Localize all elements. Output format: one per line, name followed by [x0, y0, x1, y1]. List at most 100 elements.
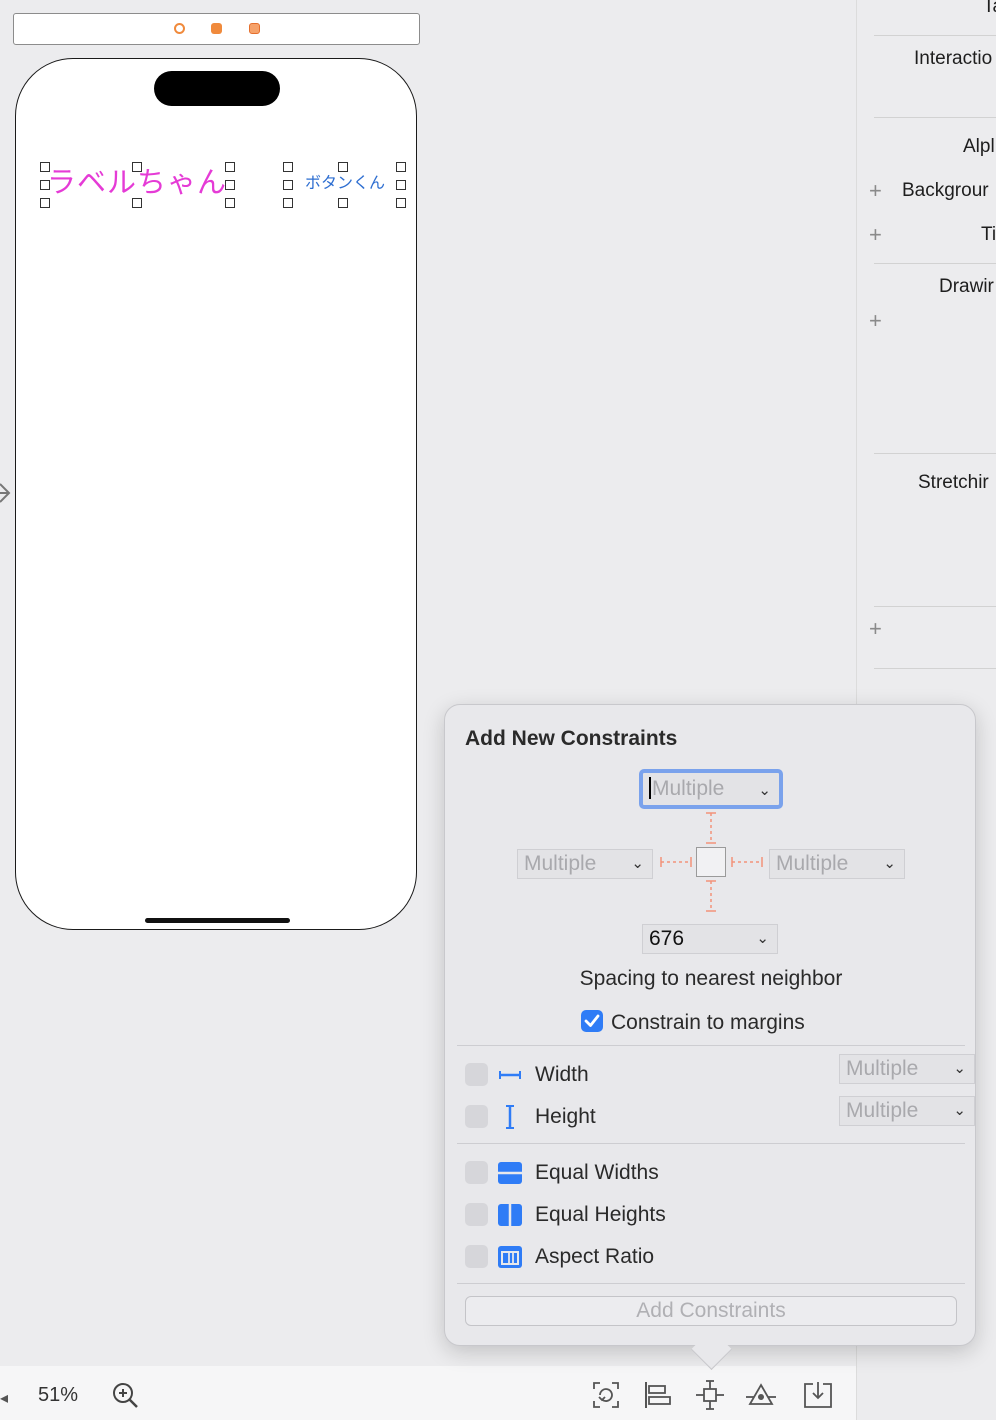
button-handle-tc[interactable]: [338, 162, 348, 172]
label-handle-mr[interactable]: [225, 180, 235, 190]
aspect-ratio-checkbox[interactable]: [465, 1245, 488, 1268]
equal-heights-label: Equal Heights: [535, 1203, 666, 1226]
trailing-spacing-value: Multiple: [776, 852, 849, 875]
add-new-constraints-popover: Add New Constraints Multiple ⌄ Multiple …: [444, 704, 976, 1371]
home-indicator: [145, 918, 290, 923]
resolve-issues-icon[interactable]: [746, 1380, 776, 1410]
width-label: Width: [535, 1063, 589, 1086]
label-handle-tl[interactable]: [40, 162, 50, 172]
button-element[interactable]: ボタンくん: [290, 168, 400, 200]
leading-spacing-field[interactable]: Multiple ⌄: [517, 849, 653, 879]
spacing-caption: Spacing to nearest neighbor: [579, 967, 843, 990]
plus-icon[interactable]: +: [869, 310, 882, 332]
height-value-field[interactable]: Multiple ⌄: [839, 1096, 975, 1126]
chevron-down-icon[interactable]: ⌄: [756, 925, 769, 953]
height-value: Multiple: [846, 1099, 919, 1122]
inspector-label-interaction: Interactio: [914, 48, 993, 69]
trailing-strut-icon[interactable]: [730, 854, 764, 870]
constrain-to-margins-checkbox[interactable]: [581, 1010, 603, 1033]
inspector-divider: [874, 668, 996, 669]
plus-icon[interactable]: +: [869, 224, 882, 246]
bottom-spacing-field[interactable]: 676 ⌄: [642, 924, 778, 954]
width-icon: [499, 1071, 521, 1079]
chevron-down-icon[interactable]: ⌄: [758, 775, 771, 807]
view-controller-icon[interactable]: [174, 23, 185, 34]
button-handle-tr[interactable]: [396, 162, 406, 172]
inspector-label-background: Backgrour: [902, 180, 989, 201]
plus-icon[interactable]: +: [869, 180, 882, 202]
collapse-icon[interactable]: ◂: [0, 1388, 8, 1408]
height-checkbox[interactable]: [465, 1105, 488, 1128]
height-icon: [506, 1105, 514, 1129]
inspector-label-drawing: Drawir: [939, 276, 994, 297]
label-handle-tr[interactable]: [225, 162, 235, 172]
popover-divider: [457, 1143, 965, 1144]
button-handle-mr[interactable]: [396, 180, 406, 190]
add-constraints-button[interactable]: Add Constraints: [465, 1296, 957, 1326]
label-handle-ml[interactable]: [40, 180, 50, 190]
button-handle-ml[interactable]: [283, 180, 293, 190]
selected-view-box: [696, 847, 726, 877]
top-spacing-field[interactable]: Multiple ⌄: [639, 769, 783, 809]
embed-in-icon[interactable]: [803, 1380, 833, 1410]
popover-divider: [457, 1045, 965, 1046]
chevron-down-icon[interactable]: ⌄: [953, 1097, 966, 1125]
bottom-spacing-value: 676: [649, 927, 685, 950]
first-responder-icon[interactable]: [211, 23, 222, 34]
inspector-label-tint: Ti: [981, 224, 996, 245]
equal-widths-icon: [498, 1162, 522, 1184]
top-spacing-value: Multiple: [652, 777, 725, 800]
inspector-divider: [874, 453, 996, 454]
inspector-divider: [874, 606, 996, 607]
zoom-level[interactable]: 51%: [38, 1384, 78, 1407]
trailing-spacing-field[interactable]: Multiple ⌄: [769, 849, 905, 879]
text-caret: [649, 776, 651, 799]
plus-icon[interactable]: +: [869, 618, 882, 640]
equal-widths-label: Equal Widths: [535, 1161, 659, 1184]
zoom-in-icon[interactable]: [110, 1380, 140, 1410]
label-handle-bc[interactable]: [132, 198, 142, 208]
align-icon[interactable]: [642, 1380, 672, 1410]
chevron-down-icon[interactable]: ⌄: [883, 850, 896, 878]
chevron-down-icon[interactable]: ⌄: [631, 850, 644, 878]
button-handle-tl[interactable]: [283, 162, 293, 172]
width-value: Multiple: [846, 1057, 919, 1080]
label-handle-bl[interactable]: [40, 198, 50, 208]
inspector-divider: [874, 35, 996, 36]
checkmark-icon: [584, 1015, 600, 1028]
button-handle-bl[interactable]: [283, 198, 293, 208]
button-handle-bc[interactable]: [338, 198, 348, 208]
popover-title: Add New Constraints: [465, 727, 678, 750]
constrain-to-margins-row[interactable]: Constrain to margins: [581, 1010, 805, 1037]
update-frames-icon[interactable]: [591, 1380, 621, 1410]
label-handle-tc[interactable]: [132, 162, 142, 172]
inspector-divider: [874, 117, 996, 118]
popover-tail: [690, 1328, 733, 1371]
bottom-strut-icon[interactable]: [703, 879, 719, 913]
leading-strut-icon[interactable]: [659, 854, 693, 870]
aspect-ratio-label: Aspect Ratio: [535, 1245, 655, 1268]
equal-heights-checkbox[interactable]: [465, 1203, 488, 1226]
width-value-field[interactable]: Multiple ⌄: [839, 1054, 975, 1084]
width-checkbox[interactable]: [465, 1063, 488, 1086]
inspector-label-alpha: Alpl: [963, 136, 995, 157]
top-strut-icon[interactable]: [703, 811, 719, 845]
inspector-label-stretching: Stretchir: [918, 472, 989, 493]
equal-heights-icon: [498, 1204, 522, 1226]
scene-dock: [13, 13, 420, 45]
canvas-bottom-bar: ◂ 51%: [0, 1366, 856, 1420]
popover-divider: [457, 1283, 965, 1284]
exit-icon[interactable]: [249, 23, 260, 34]
chevron-down-icon[interactable]: ⌄: [953, 1055, 966, 1083]
height-label: Height: [535, 1105, 596, 1128]
leading-spacing-value: Multiple: [524, 852, 597, 875]
entry-point-arrow-icon[interactable]: [0, 482, 12, 504]
inspector-divider: [874, 263, 996, 264]
aspect-ratio-icon: [498, 1246, 522, 1268]
button-handle-br[interactable]: [396, 198, 406, 208]
inspector-label-tag: Ta: [983, 0, 996, 17]
label-handle-br[interactable]: [225, 198, 235, 208]
dynamic-island: [154, 71, 280, 106]
equal-widths-checkbox[interactable]: [465, 1161, 488, 1184]
add-new-constraints-icon[interactable]: [695, 1380, 725, 1410]
